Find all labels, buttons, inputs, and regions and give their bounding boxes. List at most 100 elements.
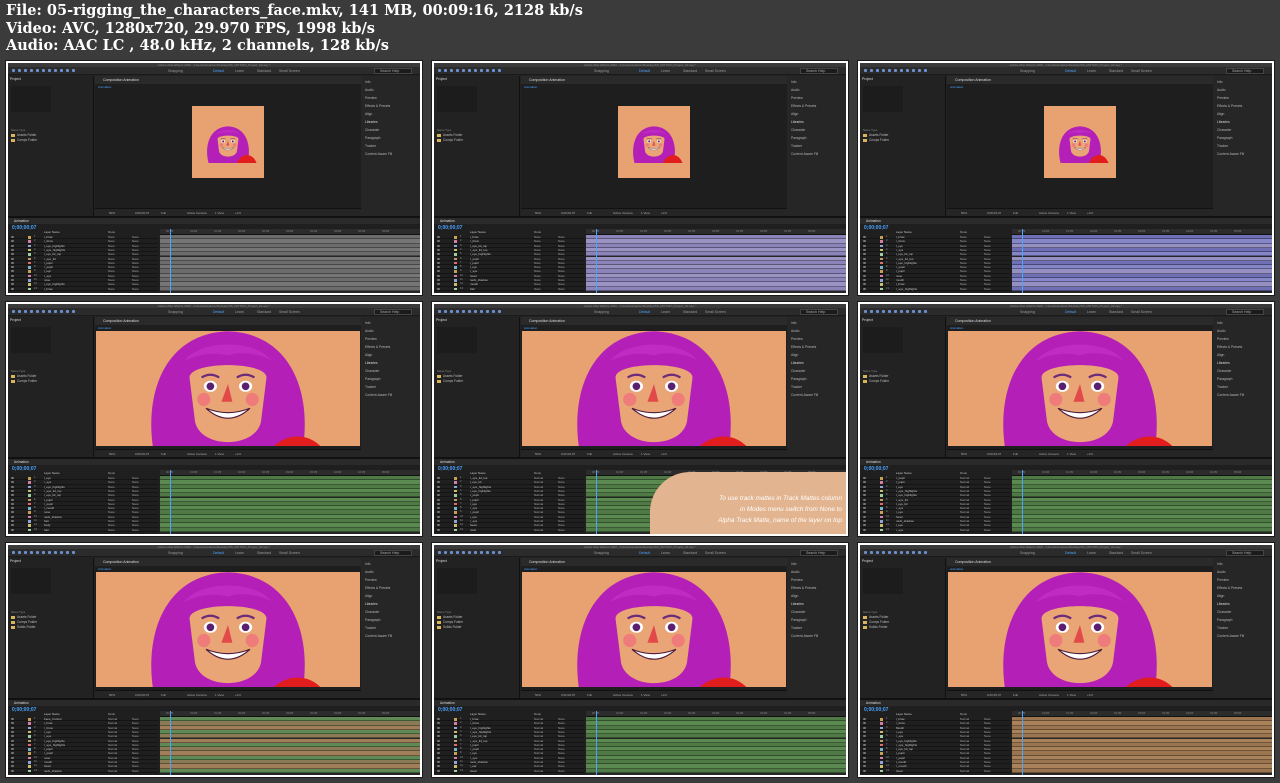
composition-tab[interactable]: Composition Animation xyxy=(947,558,1213,566)
search-help-input[interactable]: Search Help xyxy=(374,550,412,556)
viewer-timecode[interactable]: 0;00;00;07 xyxy=(135,693,149,697)
panel-preview[interactable]: Preview xyxy=(1217,578,1229,582)
project-folder-item[interactable]: Comps Folder xyxy=(11,379,37,383)
composition-viewer[interactable] xyxy=(618,106,690,178)
workspace-tab[interactable]: Learn xyxy=(1087,550,1096,556)
project-folder-item[interactable]: Assets Folder xyxy=(437,374,463,378)
panel-align[interactable]: Align xyxy=(365,112,372,116)
visibility-eye-icon[interactable] xyxy=(863,481,866,484)
brush-tool-icon[interactable] xyxy=(54,310,57,313)
project-folder-item[interactable]: Assets Folder xyxy=(437,615,463,619)
panel-libraries[interactable]: Libraries xyxy=(791,120,804,124)
panel-libraries[interactable]: Libraries xyxy=(1217,361,1230,365)
visibility-eye-icon[interactable] xyxy=(863,261,866,264)
camera-select[interactable]: Active Camera xyxy=(187,211,207,215)
project-folder-item[interactable]: Assets Folder xyxy=(437,133,463,137)
brush-tool-icon[interactable] xyxy=(480,69,483,72)
zoom-tool-icon[interactable] xyxy=(30,69,33,72)
panel-effects-presets[interactable]: Effects & Presets xyxy=(1217,345,1242,349)
visibility-eye-icon[interactable] xyxy=(11,279,14,281)
snapping-toggle[interactable]: Snapping xyxy=(168,550,183,556)
visibility-eye-icon[interactable] xyxy=(437,253,440,256)
arrow-tool-icon[interactable] xyxy=(870,69,873,72)
panel-content-aware-fill[interactable]: Content-Aware Fill xyxy=(365,393,392,397)
workspace-tab[interactable]: Small Screen xyxy=(279,550,300,556)
magnification-select[interactable]: 50% xyxy=(109,693,115,697)
pen-tool-icon[interactable] xyxy=(894,69,897,72)
layer-row[interactable]: 13 hair None None xyxy=(434,287,584,291)
visibility-eye-icon[interactable] xyxy=(437,739,440,742)
composition-breadcrumb[interactable]: Animation xyxy=(950,567,963,571)
puppet-tool-icon[interactable] xyxy=(924,310,927,313)
timeline-tab[interactable]: Animation xyxy=(434,218,846,224)
magnification-select[interactable]: 50% xyxy=(961,211,967,215)
visibility-eye-icon[interactable] xyxy=(863,752,866,755)
home-tool-icon[interactable] xyxy=(864,69,867,72)
composition-viewer[interactable] xyxy=(192,106,264,178)
magnification-select[interactable]: 50% xyxy=(109,452,115,456)
arrow-tool-icon[interactable] xyxy=(444,551,447,554)
visibility-eye-icon[interactable] xyxy=(11,481,14,484)
panel-audio[interactable]: Audio xyxy=(365,570,373,574)
exposure-offset[interactable]: +0.0 xyxy=(1087,452,1093,456)
panel-tracker[interactable]: Tracker xyxy=(791,626,802,630)
eraser-tool-icon[interactable] xyxy=(66,69,69,72)
views-select[interactable]: 1 View xyxy=(215,452,224,456)
visibility-eye-icon[interactable] xyxy=(437,244,440,247)
panel-audio[interactable]: Audio xyxy=(1217,329,1225,333)
panel-content-aware-fill[interactable]: Content-Aware Fill xyxy=(1217,152,1244,156)
viewer-timecode[interactable]: 0;00;00;07 xyxy=(561,693,575,697)
visibility-eye-icon[interactable] xyxy=(437,287,440,290)
panel-align[interactable]: Align xyxy=(365,353,372,357)
playhead[interactable] xyxy=(596,470,597,534)
arrow-tool-icon[interactable] xyxy=(444,310,447,313)
panel-align[interactable]: Align xyxy=(791,353,798,357)
resolution-select[interactable]: Full xyxy=(587,693,592,697)
resolution-select[interactable]: Full xyxy=(587,211,592,215)
panel-info[interactable]: Info xyxy=(1217,80,1223,84)
arrow-tool-icon[interactable] xyxy=(870,310,873,313)
layer-mode[interactable]: Normal xyxy=(534,528,543,532)
panel-effects-presets[interactable]: Effects & Presets xyxy=(365,345,390,349)
views-select[interactable]: 1 View xyxy=(641,211,650,215)
resolution-select[interactable]: Full xyxy=(587,452,592,456)
visibility-eye-icon[interactable] xyxy=(11,730,14,733)
exposure-offset[interactable]: +0.0 xyxy=(235,452,241,456)
eraser-tool-icon[interactable] xyxy=(66,551,69,554)
panel-effects-presets[interactable]: Effects & Presets xyxy=(365,586,390,590)
layer-duration-bar[interactable] xyxy=(586,286,846,291)
playhead[interactable] xyxy=(170,711,171,775)
eraser-tool-icon[interactable] xyxy=(918,551,921,554)
stamp-tool-icon[interactable] xyxy=(60,310,63,313)
layer-parent[interactable]: None xyxy=(558,287,565,291)
resolution-select[interactable]: Full xyxy=(161,211,166,215)
eraser-tool-icon[interactable] xyxy=(492,551,495,554)
panel-audio[interactable]: Audio xyxy=(791,570,799,574)
layer-parent[interactable]: None xyxy=(132,528,139,532)
visibility-eye-icon[interactable] xyxy=(11,244,14,247)
visibility-eye-icon[interactable] xyxy=(437,520,440,522)
panel-libraries[interactable]: Libraries xyxy=(791,361,804,365)
visibility-eye-icon[interactable] xyxy=(863,287,866,290)
hand-tool-icon[interactable] xyxy=(876,551,879,554)
visibility-eye-icon[interactable] xyxy=(11,748,14,751)
layer-mode[interactable]: Normal xyxy=(534,769,543,773)
visibility-eye-icon[interactable] xyxy=(437,524,440,527)
zoom-tool-icon[interactable] xyxy=(456,310,459,313)
resolution-select[interactable]: Full xyxy=(161,452,166,456)
workspace-tab[interactable]: Default xyxy=(639,309,650,315)
resolution-select[interactable]: Full xyxy=(1013,211,1018,215)
arrow-tool-icon[interactable] xyxy=(444,69,447,72)
layer-row[interactable]: 13 neck Normal None xyxy=(434,528,584,532)
type-tool-icon[interactable] xyxy=(474,551,477,554)
timeline-tab[interactable]: Animation xyxy=(860,700,1272,706)
visibility-eye-icon[interactable] xyxy=(863,722,866,725)
project-folder-item[interactable]: Solids Folder xyxy=(11,625,36,629)
panel-info[interactable]: Info xyxy=(365,321,371,325)
snapping-toggle[interactable]: Snapping xyxy=(594,309,609,315)
panel-character[interactable]: Character xyxy=(1217,369,1231,373)
exposure-offset[interactable]: +0.0 xyxy=(235,693,241,697)
layer-parent[interactable]: None xyxy=(132,769,139,773)
search-help-input[interactable]: Search Help xyxy=(1226,68,1264,74)
workspace-tab[interactable]: Standard xyxy=(257,68,271,74)
